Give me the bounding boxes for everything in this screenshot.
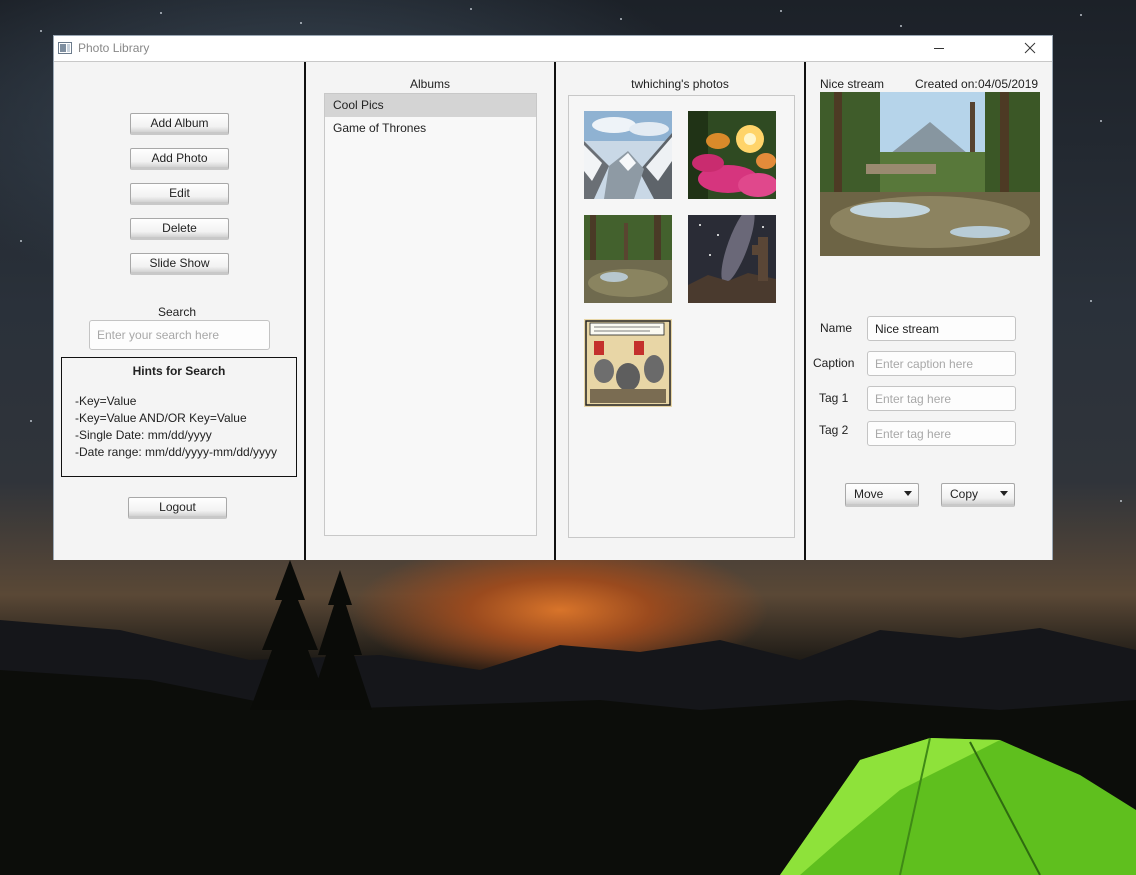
actions-panel: Add Album Add Photo Edit Delete Slide Sh… <box>54 62 304 560</box>
photo-detail-panel: Nice stream Created on: 04/05/2019 Name … <box>804 62 1052 560</box>
slide-show-label: Slide Show <box>149 255 210 270</box>
caption-label: Caption <box>813 356 855 370</box>
slide-show-button[interactable]: Slide Show <box>130 253 229 275</box>
photo-thumbnail-forest-stream[interactable] <box>584 215 672 303</box>
albums-panel: Albums Cool Pics Game of Thrones <box>304 62 554 560</box>
hint-line: -Key=Value AND/OR Key=Value <box>75 411 247 425</box>
copy-menu-button[interactable]: Copy <box>941 483 1015 507</box>
tag2-label: Tag 2 <box>819 423 849 437</box>
title-bar[interactable]: Photo Library <box>54 36 1052 61</box>
add-photo-label: Add Photo <box>151 150 208 165</box>
photo-thumbnail-pink-flowers[interactable] <box>688 111 776 199</box>
move-menu-button[interactable]: Move <box>845 483 919 507</box>
chevron-down-icon <box>904 491 912 496</box>
photo-name-display: Nice stream <box>820 77 885 91</box>
search-input[interactable] <box>89 320 270 350</box>
photo-thumbnail-snowy-mountain[interactable] <box>584 111 672 199</box>
add-album-button[interactable]: Add Album <box>130 113 229 135</box>
mountain-tent-scenery <box>0 560 1136 875</box>
tag2-field[interactable] <box>867 421 1016 446</box>
minimize-icon <box>934 48 944 49</box>
logout-button[interactable]: Logout <box>128 497 227 519</box>
minimize-button[interactable] <box>916 36 962 61</box>
hint-line: -Date range: mm/dd/yyyy-mm/dd/yyyy <box>75 445 278 459</box>
close-icon <box>1024 42 1036 54</box>
move-label: Move <box>854 486 884 501</box>
photos-panel: twhiching's photos <box>554 62 804 560</box>
photo-grid <box>568 95 795 538</box>
name-label: Name <box>820 321 853 335</box>
window-content: Add Album Add Photo Edit Delete Slide Sh… <box>54 61 1052 560</box>
hints-title: Hints for Search <box>132 364 226 378</box>
window-title: Photo Library <box>78 41 150 55</box>
created-on-date: 04/05/2019 <box>978 77 1039 91</box>
close-button[interactable] <box>1006 36 1052 61</box>
photo-thumbnail-night-sky[interactable] <box>688 215 776 303</box>
selected-photo-preview <box>820 92 1040 256</box>
name-field[interactable] <box>867 316 1016 341</box>
edit-button[interactable]: Edit <box>130 183 229 205</box>
tag1-field[interactable] <box>867 386 1016 411</box>
logout-label: Logout <box>159 499 196 514</box>
caption-field[interactable] <box>867 351 1016 376</box>
search-label: Search <box>157 305 197 319</box>
photo-library-window: Photo Library Add Album Add Photo Edit D… <box>53 35 1053 560</box>
album-list[interactable]: Cool Pics Game of Thrones <box>324 93 537 536</box>
albums-header: Albums <box>409 77 450 91</box>
album-item-cool-pics[interactable]: Cool Pics <box>325 94 536 117</box>
album-item-game-of-thrones[interactable]: Game of Thrones <box>325 117 536 140</box>
hint-line: -Single Date: mm/dd/yyyy <box>75 428 212 442</box>
delete-label: Delete <box>162 220 197 235</box>
copy-label: Copy <box>950 486 979 501</box>
app-window-icon <box>58 41 72 55</box>
photo-thumbnail-comic[interactable] <box>584 319 672 407</box>
search-hints-box: Hints for Search -Key=Value -Key=Value A… <box>61 357 297 477</box>
created-on-label: Created on: <box>915 77 978 91</box>
add-photo-button[interactable]: Add Photo <box>130 148 229 170</box>
tag1-label: Tag 1 <box>819 391 849 405</box>
photos-header: twhiching's photos <box>631 77 729 91</box>
delete-button[interactable]: Delete <box>130 218 229 240</box>
hint-line: -Key=Value <box>75 394 137 408</box>
add-album-label: Add Album <box>150 115 209 130</box>
chevron-down-icon <box>1000 491 1008 496</box>
edit-label: Edit <box>169 185 190 200</box>
